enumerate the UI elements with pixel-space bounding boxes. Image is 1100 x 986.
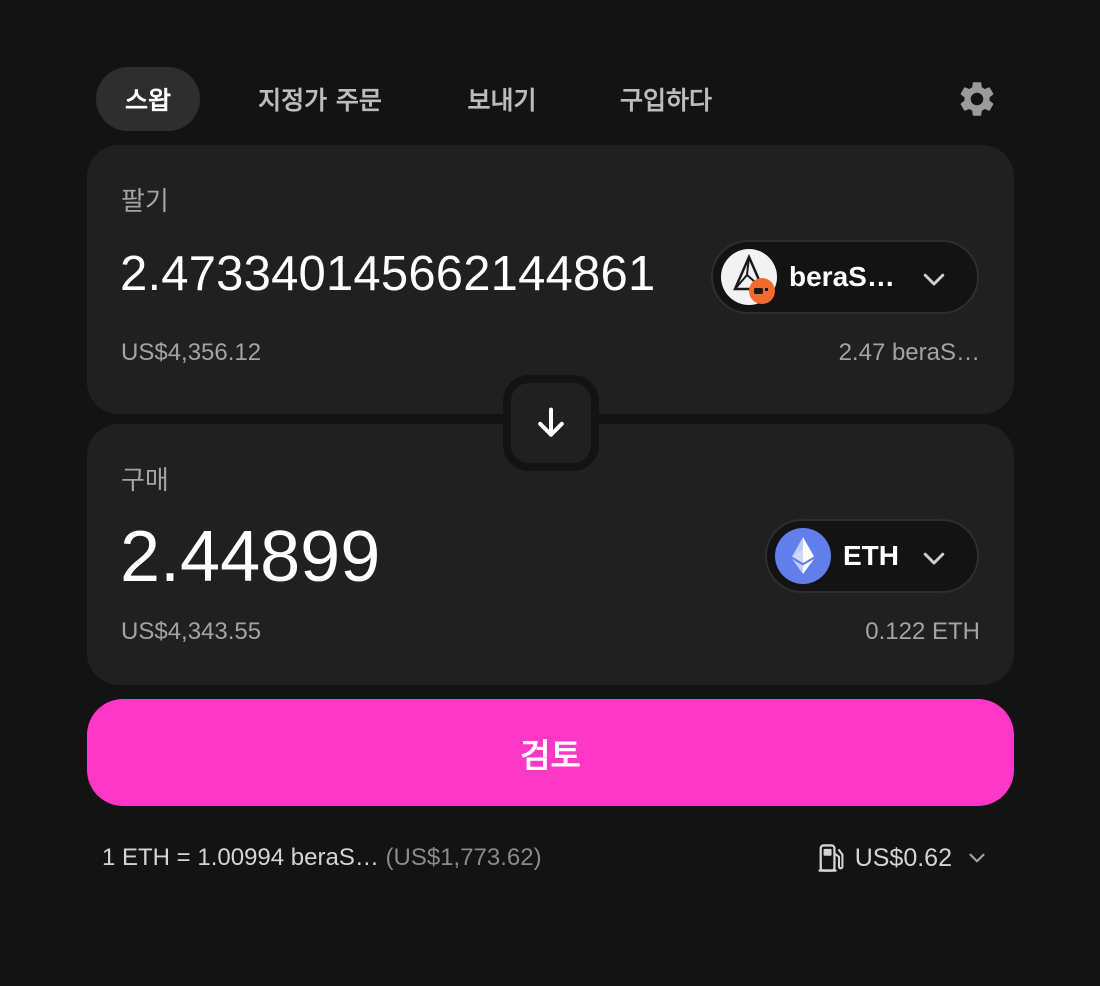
berastone-token-icon xyxy=(721,249,777,305)
tab-buy[interactable]: 구입하다 xyxy=(592,67,740,131)
tab-send[interactable]: 보내기 xyxy=(440,67,564,131)
ethereum-token-icon xyxy=(775,528,831,584)
buy-usd-value: US$4,343.55 xyxy=(121,618,262,645)
tab-limit-order[interactable]: 지정가 주문 xyxy=(228,67,412,131)
buy-token-selector[interactable]: ETH xyxy=(765,519,979,593)
chevron-down-icon xyxy=(923,552,945,565)
tab-bar: 스왑 지정가 주문 보내기 구입하다 xyxy=(96,67,740,131)
chevron-down-icon xyxy=(969,853,985,863)
sell-label: 팔기 xyxy=(121,187,169,217)
buy-label: 구매 xyxy=(121,466,169,496)
gas-pump-icon xyxy=(818,844,844,872)
sell-token-symbol: beraS… xyxy=(789,261,895,292)
review-button[interactable]: 검토 xyxy=(87,699,1014,806)
settings-button[interactable] xyxy=(956,78,998,120)
sell-token-selector[interactable]: beraS… xyxy=(711,240,979,314)
chevron-down-icon xyxy=(923,273,945,286)
exchange-rate[interactable]: 1 ETH = 1.00994 beraS… (US$1,773.62) xyxy=(102,844,542,872)
sell-panel: 팔기 2.473340145662144861 beraS… US$4,356.… xyxy=(87,145,1014,414)
buy-token-symbol: ETH xyxy=(843,540,899,571)
gas-fee-value: US$0.62 xyxy=(854,843,952,872)
sell-amount-input[interactable]: 2.473340145662144861 xyxy=(120,246,655,302)
sell-usd-value: US$4,356.12 xyxy=(121,339,262,366)
buy-balance: 0.122 ETH xyxy=(865,618,980,645)
swap-app: 스왑 지정가 주문 보내기 구입하다 팔기 2.4733401456621448… xyxy=(0,0,1100,986)
rate-usd-value: (US$1,773.62) xyxy=(385,844,542,871)
rate-text: 1 ETH = 1.00994 beraS… xyxy=(102,844,379,871)
sell-balance[interactable]: 2.47 beraS… xyxy=(839,339,980,367)
arrow-down-icon xyxy=(538,407,564,437)
swap-direction-button[interactable] xyxy=(503,375,599,471)
network-fee[interactable]: US$0.62 xyxy=(817,838,990,878)
buy-amount-input[interactable]: 2.44899 xyxy=(120,516,380,598)
tab-swap[interactable]: 스왑 xyxy=(96,67,200,131)
gear-icon xyxy=(960,82,994,116)
